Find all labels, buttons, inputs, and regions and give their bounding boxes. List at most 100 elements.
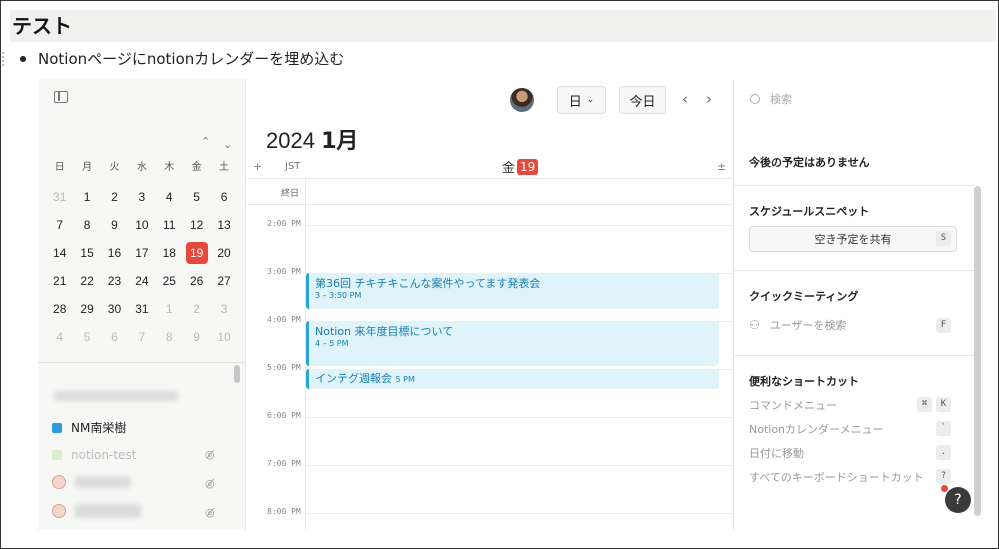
mini-day[interactable]: 21 bbox=[46, 271, 73, 299]
mini-day-today[interactable]: 19 bbox=[183, 242, 210, 271]
eye-off-icon[interactable]: ◎̸ bbox=[205, 506, 215, 519]
sidebar-scrollbar[interactable] bbox=[234, 365, 240, 383]
search-field[interactable]: 検索 bbox=[750, 91, 792, 107]
right-panel-scrollbar[interactable] bbox=[974, 186, 981, 516]
all-day-row[interactable]: 終日 bbox=[247, 179, 733, 205]
mini-day[interactable]: 26 bbox=[183, 271, 210, 299]
mini-day[interactable]: 6 bbox=[210, 187, 237, 215]
mini-day[interactable]: 5 bbox=[183, 187, 210, 215]
add-timezone-icon[interactable]: + bbox=[253, 160, 262, 173]
mini-day[interactable]: 29 bbox=[73, 299, 100, 327]
month-title: 2024 1月 bbox=[266, 123, 358, 155]
mini-day[interactable]: 22 bbox=[73, 271, 100, 299]
mini-day[interactable]: 17 bbox=[128, 243, 155, 271]
calendar-item-redacted-1[interactable] bbox=[52, 475, 131, 489]
mini-day[interactable]: 24 bbox=[128, 271, 155, 299]
hour-line[interactable] bbox=[305, 513, 733, 514]
mini-day[interactable]: 23 bbox=[101, 271, 128, 299]
mini-day-number: 31 bbox=[135, 302, 149, 316]
event-title: インテグ週報会 bbox=[315, 372, 392, 385]
shortcut-command-menu[interactable]: コマンドメニュー bbox=[749, 397, 837, 413]
mini-month-next-icon[interactable]: ⌃ bbox=[223, 137, 232, 150]
mini-day[interactable]: 2 bbox=[101, 187, 128, 215]
calendar-sidebar: ⌃ ⌃ 日月火水木金土 31 1 2 3 4 5 6 7 8 9 10 11 12 13 14 15 16 17 18… bbox=[38, 79, 246, 530]
mini-month-prev-icon[interactable]: ⌃ bbox=[201, 135, 210, 148]
hour-line[interactable] bbox=[305, 417, 733, 418]
shortcut-key: ` bbox=[936, 421, 951, 436]
mini-day[interactable]: 7 bbox=[128, 327, 155, 355]
hour-line[interactable] bbox=[305, 465, 733, 466]
mini-day[interactable]: 16 bbox=[101, 243, 128, 271]
hour-line[interactable] bbox=[305, 225, 733, 226]
day-header[interactable]: 金 19 bbox=[502, 157, 539, 176]
mini-day[interactable]: 6 bbox=[101, 327, 128, 355]
shortcut-go-to-date[interactable]: 日付に移動 bbox=[749, 445, 804, 461]
event-time: 5 PM bbox=[395, 375, 415, 384]
weekday-label: 火 bbox=[109, 162, 120, 173]
mini-day[interactable]: 10 bbox=[128, 215, 155, 243]
bullet-text[interactable]: Notionページにnotionカレンダーを埋め込む bbox=[38, 48, 344, 69]
help-button[interactable]: ? bbox=[945, 487, 971, 513]
mini-day[interactable]: 2 bbox=[183, 299, 210, 327]
mini-day-number: 24 bbox=[135, 274, 149, 288]
view-select-button[interactable]: 日 ⌄ bbox=[557, 86, 606, 114]
mini-day[interactable]: 5 bbox=[73, 327, 100, 355]
mini-day[interactable]: 7 bbox=[46, 215, 73, 243]
redacted-account bbox=[54, 391, 178, 401]
redacted-name bbox=[75, 504, 141, 518]
mini-day[interactable]: 8 bbox=[156, 327, 183, 355]
mini-day[interactable]: 10 bbox=[210, 327, 237, 355]
view-select-label: 日 bbox=[568, 94, 582, 110]
calendar-item-redacted-2[interactable] bbox=[52, 504, 141, 518]
calendar-item-nm[interactable]: NM南栄樹 bbox=[52, 419, 126, 436]
mini-day[interactable]: 12 bbox=[183, 215, 210, 243]
weekday-label: 月 bbox=[82, 162, 93, 173]
calendar-item-notion-test[interactable]: notion-test bbox=[52, 448, 136, 462]
mini-day[interactable]: 15 bbox=[73, 243, 100, 271]
section-divider bbox=[734, 270, 974, 271]
mini-day[interactable]: 27 bbox=[210, 271, 237, 299]
mini-day[interactable]: 1 bbox=[73, 187, 100, 215]
mini-day[interactable]: 9 bbox=[101, 215, 128, 243]
mini-day[interactable]: 28 bbox=[46, 299, 73, 327]
mini-day[interactable]: 3 bbox=[210, 299, 237, 327]
shortcut-calendar-menu[interactable]: Notionカレンダーメニュー bbox=[749, 421, 884, 437]
today-button[interactable]: 今日 bbox=[619, 86, 666, 114]
mini-day[interactable]: 31 bbox=[46, 187, 73, 215]
eye-off-icon[interactable]: ◎̸ bbox=[205, 477, 215, 490]
prev-day-icon[interactable]: ‹ bbox=[682, 90, 688, 108]
schedule-snippet-title: スケジュールスニペット bbox=[749, 205, 870, 218]
weekday-label: 金 bbox=[191, 162, 202, 173]
mini-day[interactable]: 13 bbox=[210, 215, 237, 243]
next-day-icon[interactable]: › bbox=[706, 90, 712, 108]
event-block[interactable]: インテグ週報会 5 PM bbox=[306, 369, 719, 389]
day-name: 金 bbox=[502, 161, 516, 176]
user-search-field[interactable]: ⚇ ユーザーを検索 bbox=[749, 317, 847, 333]
mini-day[interactable]: 30 bbox=[101, 299, 128, 327]
shortcuts-title: 便利なショートカット bbox=[749, 375, 859, 388]
mini-day[interactable]: 4 bbox=[46, 327, 73, 355]
mini-day[interactable]: 20 bbox=[210, 243, 237, 271]
event-block[interactable]: Notion 来年度目標について 4 – 5 PM bbox=[306, 321, 719, 366]
mini-day[interactable]: 8 bbox=[73, 215, 100, 243]
eye-off-icon[interactable]: ◎̸ bbox=[205, 448, 215, 461]
expand-collapse-icon[interactable]: ± bbox=[717, 160, 726, 173]
mini-day-number: 7 bbox=[138, 330, 146, 344]
event-block[interactable]: 第36回 チキチキこんな案件やってます発表会 3 – 3:50 PM bbox=[306, 273, 719, 309]
mini-day[interactable]: 25 bbox=[156, 271, 183, 299]
share-availability-button[interactable]: 空き予定を共有 bbox=[749, 226, 957, 252]
mini-day[interactable]: 11 bbox=[156, 215, 183, 243]
drag-handle[interactable] bbox=[2, 52, 4, 66]
mini-day[interactable]: 18 bbox=[156, 243, 183, 271]
mini-day[interactable]: 4 bbox=[156, 187, 183, 215]
sidebar-toggle-icon[interactable] bbox=[54, 91, 68, 103]
shortcut-all-keyboard[interactable]: すべてのキーボードショートカット bbox=[749, 469, 924, 485]
mini-day[interactable]: 31 bbox=[128, 299, 155, 327]
mini-day[interactable]: 14 bbox=[46, 243, 73, 271]
mini-day[interactable]: 3 bbox=[128, 187, 155, 215]
quick-meeting-title: クイックミーティング bbox=[749, 290, 859, 303]
user-avatar[interactable] bbox=[510, 88, 534, 112]
mini-day[interactable]: 1 bbox=[156, 299, 183, 327]
mini-day[interactable]: 9 bbox=[183, 327, 210, 355]
mini-day-number: 5 bbox=[83, 330, 91, 344]
